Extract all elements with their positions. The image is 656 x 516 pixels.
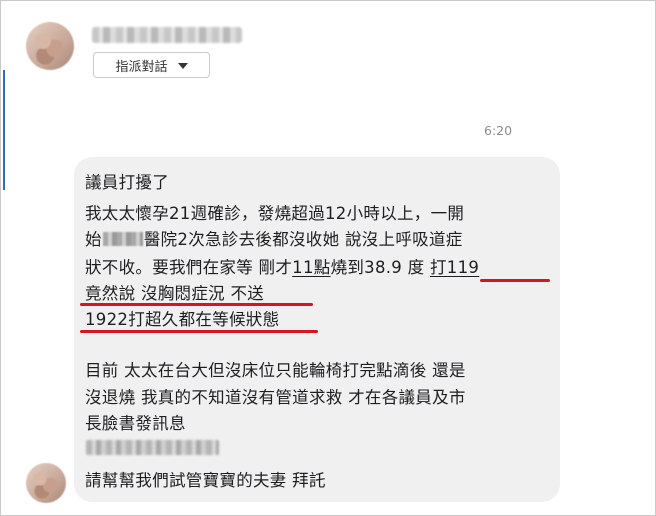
message-timestamp: 6:20 [484,123,513,138]
message-line-3-rest: 醫院2次急診去後都沒收她 說沒上呼吸道症 [143,230,463,249]
message-line-2: 我太太懷孕21週確診，發燒超過12小時以上，一開 [85,204,465,223]
message-line-4-mid: 燒到38.9 度 [330,258,430,277]
message-line-6: 1922打超久都在等候狀態 [85,310,280,329]
message-line-8: 沒退燒 我真的不知道沒有管道求救 才在各議員及市 [85,388,466,407]
sender-avatar-small[interactable] [26,463,66,503]
redacted-hospital-name [102,232,143,246]
message-line-4: 狀不收。要我們在家等 剛才11點燒到38.9 度 打119 [85,254,479,278]
sender-name-redacted [92,27,242,43]
message-line-3: 始 醫院2次急診去後都沒收她 說沒上呼吸道症 [85,226,463,250]
message-line-7: 目前 太太在台大但沒床位只能輪椅打完點滴後 還是 [85,361,466,380]
sender-avatar[interactable] [26,22,74,70]
selection-accent-bar [3,70,5,190]
underlined-call-119: 打119 [430,258,480,277]
message-line-1: 議員打擾了 [85,173,169,192]
assign-conversation-button[interactable]: 指派對話 [93,52,210,78]
redacted-line [86,440,219,455]
red-underline-line-6 [80,330,318,333]
underlined-time: 11點 [292,258,331,277]
red-underline-119 [480,279,550,282]
message-line-4-start: 狀不收。要我們在家等 剛才 [85,258,293,277]
message-line-9: 長臉書發訊息 [85,414,186,433]
message-line-3-start: 始 [85,230,102,249]
message-line-5: 竟然說 沒胸悶症況 不送 [85,284,265,303]
red-underline-line-5 [80,303,313,306]
message-line-10: 請幫幫我們試管寶寶的夫妻 拜託 [85,471,326,490]
assign-conversation-label: 指派對話 [115,59,168,75]
chevron-down-icon [177,63,188,69]
